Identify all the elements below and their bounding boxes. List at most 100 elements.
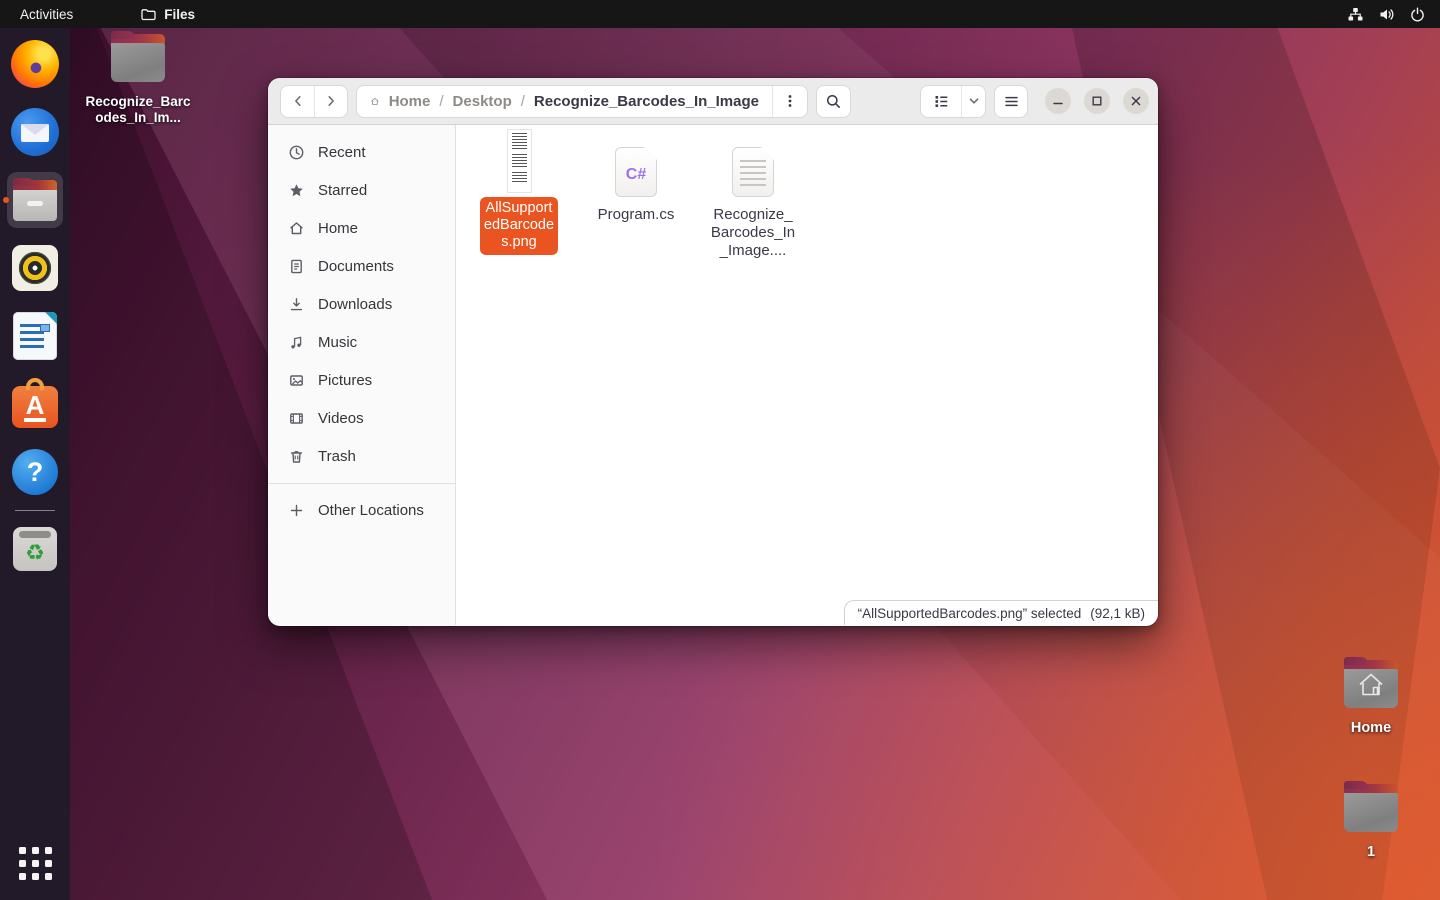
top-bar: Activities Files <box>0 0 1440 28</box>
sidebar-item-starred[interactable]: Starred <box>276 172 447 209</box>
breadcrumb[interactable]: Home / Desktop / Recognize_Barcodes_In_I… <box>357 93 772 110</box>
desktop-icon-label: Recognize_Barcodes_In_Im... <box>82 94 194 126</box>
minimize-button[interactable] <box>1045 88 1071 114</box>
show-apps-icon[interactable] <box>19 847 52 880</box>
document-icon <box>288 258 305 275</box>
help-icon: ? <box>12 449 58 495</box>
files-pane[interactable]: AllSupportedBarcodes.png C# Program.cs R… <box>456 125 1158 625</box>
sidebar-item-videos[interactable]: Videos <box>276 400 447 437</box>
maximize-button[interactable] <box>1084 88 1110 114</box>
sidebar-item-label: Starred <box>318 182 367 199</box>
sidebar-item-home[interactable]: Home <box>276 210 447 247</box>
sidebar-item-pictures[interactable]: Pictures <box>276 362 447 399</box>
headerbar: Home / Desktop / Recognize_Barcodes_In_I… <box>268 78 1158 125</box>
download-icon <box>288 296 305 313</box>
image-thumbnail <box>508 130 531 192</box>
folder-icon <box>111 40 165 82</box>
file-program-cs[interactable]: C# Program.cs <box>597 128 675 224</box>
sidebar-item-label: Home <box>318 220 358 237</box>
activities-button[interactable]: Activities <box>20 7 73 22</box>
folder-icon <box>140 6 156 22</box>
dock-item-files[interactable] <box>0 176 70 224</box>
app-menu-label: Files <box>164 7 195 22</box>
dock: A ? ♻ <box>0 28 70 900</box>
sidebar-item-label: Videos <box>318 410 364 427</box>
thunderbird-icon <box>11 108 59 156</box>
home-folder-icon <box>1344 666 1398 708</box>
hamburger-menu-icon <box>1003 93 1020 110</box>
search-button[interactable] <box>816 85 851 118</box>
sidebar-item-trash[interactable]: Trash <box>276 438 447 475</box>
dock-item-rhythmbox[interactable] <box>0 244 70 292</box>
file-recognize-barcodes-in-image[interactable]: Recognize_Barcodes_In_Image.... <box>714 128 792 260</box>
path-bar: Home / Desktop / Recognize_Barcodes_In_I… <box>356 85 808 118</box>
status-bar: “AllSupportedBarcodes.png” selected (92,… <box>844 600 1158 625</box>
close-icon <box>1130 95 1142 107</box>
status-selection-text: “AllSupportedBarcodes.png” selected <box>858 606 1082 621</box>
rhythmbox-icon <box>12 245 58 291</box>
breadcrumb-home[interactable]: Home <box>389 93 431 110</box>
minimize-icon <box>1052 95 1064 107</box>
plus-icon <box>288 502 305 519</box>
search-icon <box>825 93 842 110</box>
power-icon[interactable] <box>1409 6 1426 23</box>
files-icon <box>13 187 57 221</box>
sidebar-item-label: Downloads <box>318 296 392 313</box>
libreoffice-writer-icon <box>13 312 57 360</box>
dock-item-help[interactable]: ? <box>0 448 70 496</box>
path-options-button[interactable] <box>772 86 807 117</box>
sidebar-item-label: Trash <box>318 448 356 465</box>
close-button[interactable] <box>1123 88 1149 114</box>
sidebar-item-music[interactable]: Music <box>276 324 447 361</box>
desktop-icon-recognize-barcodes[interactable]: Recognize_Barcodes_In_Im... <box>82 40 194 126</box>
back-button[interactable] <box>281 86 314 117</box>
home-icon <box>370 93 380 110</box>
breadcrumb-separator: / <box>439 93 443 110</box>
sidebar-item-label: Pictures <box>318 372 372 389</box>
file-allsupportedbarcodes-png[interactable]: AllSupportedBarcodes.png <box>480 128 558 255</box>
volume-icon[interactable] <box>1378 6 1395 23</box>
trash-icon: ♻ <box>13 527 57 571</box>
home-icon <box>288 220 305 237</box>
dock-item-thunderbird[interactable] <box>0 108 70 156</box>
csharp-badge: C# <box>626 166 646 184</box>
maximize-icon <box>1091 95 1103 107</box>
dock-item-libreoffice-writer[interactable] <box>0 312 70 360</box>
text-file-icon <box>732 147 774 197</box>
ubuntu-software-icon: A <box>12 386 58 428</box>
network-icon[interactable] <box>1347 6 1364 23</box>
sidebar-item-label: Documents <box>318 258 394 275</box>
breadcrumb-desktop[interactable]: Desktop <box>453 93 512 110</box>
file-label: Recognize_Barcodes_In_Image.... <box>710 206 796 260</box>
sidebar-separator <box>268 483 455 484</box>
desktop-icon-folder-1[interactable]: 1 <box>1342 790 1400 860</box>
nav-buttons <box>280 85 348 118</box>
breadcrumb-current[interactable]: Recognize_Barcodes_In_Image <box>534 93 759 110</box>
dock-item-ubuntu-software[interactable]: A <box>0 380 70 428</box>
dock-running-indicator <box>3 197 9 203</box>
trash-icon <box>288 448 305 465</box>
forward-button[interactable] <box>314 86 347 117</box>
hamburger-menu-button[interactable] <box>994 85 1028 118</box>
firefox-icon <box>11 40 59 88</box>
sidebar-item-downloads[interactable]: Downloads <box>276 286 447 323</box>
list-view-button[interactable] <box>921 86 961 117</box>
desktop-icon-home[interactable]: Home <box>1342 666 1400 736</box>
dock-item-trash[interactable]: ♻ <box>0 525 70 573</box>
house-icon <box>1356 672 1386 703</box>
kebab-menu-icon <box>782 93 798 109</box>
dock-item-firefox[interactable] <box>0 40 70 88</box>
sidebar-item-recent[interactable]: Recent <box>276 134 447 171</box>
desktop-icon-label: 1 <box>1367 844 1375 860</box>
sidebar-item-label: Music <box>318 334 357 351</box>
view-toggle <box>920 85 986 118</box>
sidebar-item-documents[interactable]: Documents <box>276 248 447 285</box>
folder-icon <box>1344 790 1398 832</box>
dock-separator <box>15 510 55 511</box>
view-options-button[interactable] <box>961 86 985 117</box>
picture-icon <box>288 372 305 389</box>
music-icon <box>288 334 305 351</box>
app-menu[interactable]: Files <box>140 6 195 22</box>
sidebar-item-other-locations[interactable]: Other Locations <box>276 492 447 529</box>
window-body: Recent Starred Home Documents Downloads <box>268 125 1158 625</box>
